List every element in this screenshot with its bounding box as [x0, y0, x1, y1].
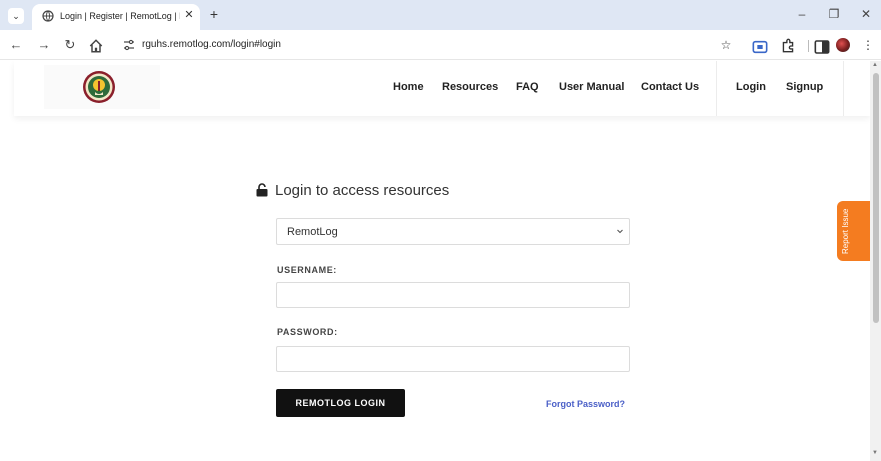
password-field[interactable] — [276, 346, 630, 372]
nav-contact-us[interactable]: Contact Us — [641, 81, 699, 93]
tab-list-icon[interactable]: ⌄ — [8, 8, 24, 24]
site-info-icon[interactable] — [122, 38, 136, 52]
tab-title: Login | Register | RemotLog | R — [60, 11, 180, 21]
scrollbar-thumb[interactable] — [873, 73, 879, 323]
page-viewport: Home Resources FAQ User Manual Contact U… — [0, 61, 870, 461]
scroll-up-icon[interactable]: ▲ — [872, 62, 878, 68]
window-close-icon[interactable]: ✕ — [856, 6, 876, 22]
logo-container[interactable] — [44, 65, 160, 109]
home-icon[interactable] — [88, 38, 104, 54]
nav-divider — [843, 61, 844, 116]
new-tab-icon[interactable]: + — [207, 6, 221, 22]
sidepanel-icon[interactable] — [814, 39, 830, 55]
browser-toolbar: ← → ↻ rguhs.remotlog.com/login#login ☆ ⋮ — [0, 30, 881, 60]
nav-divider — [716, 61, 717, 116]
report-issue-button[interactable]: Report Issue — [837, 201, 870, 261]
login-type-select[interactable]: RemotLog — [276, 218, 630, 245]
nav-resources[interactable]: Resources — [442, 81, 498, 93]
chevron-down-icon — [617, 229, 623, 234]
url-text: rguhs.remotlog.com/login#login — [142, 39, 281, 50]
nav-home[interactable]: Home — [393, 81, 424, 93]
nav-user-manual[interactable]: User Manual — [559, 81, 624, 93]
username-label: USERNAME: — [277, 265, 337, 275]
university-logo — [83, 71, 115, 103]
login-button[interactable]: REMOTLOG LOGIN — [276, 389, 405, 417]
scroll-down-icon[interactable]: ▼ — [872, 450, 878, 456]
address-bar[interactable]: rguhs.remotlog.com/login#login — [116, 34, 710, 56]
puzzle-icon[interactable] — [780, 38, 796, 54]
browser-tab-strip: ⌄ Login | Register | RemotLog | R ✕ + – … — [0, 0, 881, 30]
unlock-icon — [256, 183, 268, 197]
nav-faq[interactable]: FAQ — [516, 81, 539, 93]
page-scrollbar[interactable]: ▲ ▼ — [870, 61, 881, 461]
report-issue-label: Report Issue — [841, 208, 850, 254]
page-title: Login to access resources — [275, 182, 450, 199]
toolbar-separator — [808, 40, 809, 52]
minimize-icon[interactable]: – — [792, 6, 812, 22]
profile-avatar[interactable] — [836, 38, 850, 52]
extension-icon[interactable] — [752, 39, 768, 55]
username-field[interactable] — [276, 282, 630, 308]
nav-login[interactable]: Login — [736, 81, 766, 93]
browser-tab[interactable]: Login | Register | RemotLog | R ✕ — [32, 4, 200, 30]
site-header: Home Resources FAQ User Manual Contact U… — [14, 61, 870, 116]
forgot-password-link[interactable]: Forgot Password? — [546, 399, 625, 409]
restore-icon[interactable]: ❐ — [824, 6, 844, 22]
forward-icon[interactable]: → — [36, 37, 52, 53]
reload-icon[interactable]: ↻ — [62, 37, 78, 53]
close-icon[interactable]: ✕ — [182, 8, 196, 22]
password-label: PASSWORD: — [277, 327, 338, 337]
bookmark-star-icon[interactable]: ☆ — [718, 37, 734, 53]
back-icon[interactable]: ← — [8, 37, 24, 53]
select-value: RemotLog — [287, 226, 338, 238]
nav-signup[interactable]: Signup — [786, 81, 823, 93]
menu-icon[interactable]: ⋮ — [860, 37, 876, 53]
globe-icon — [42, 10, 54, 22]
